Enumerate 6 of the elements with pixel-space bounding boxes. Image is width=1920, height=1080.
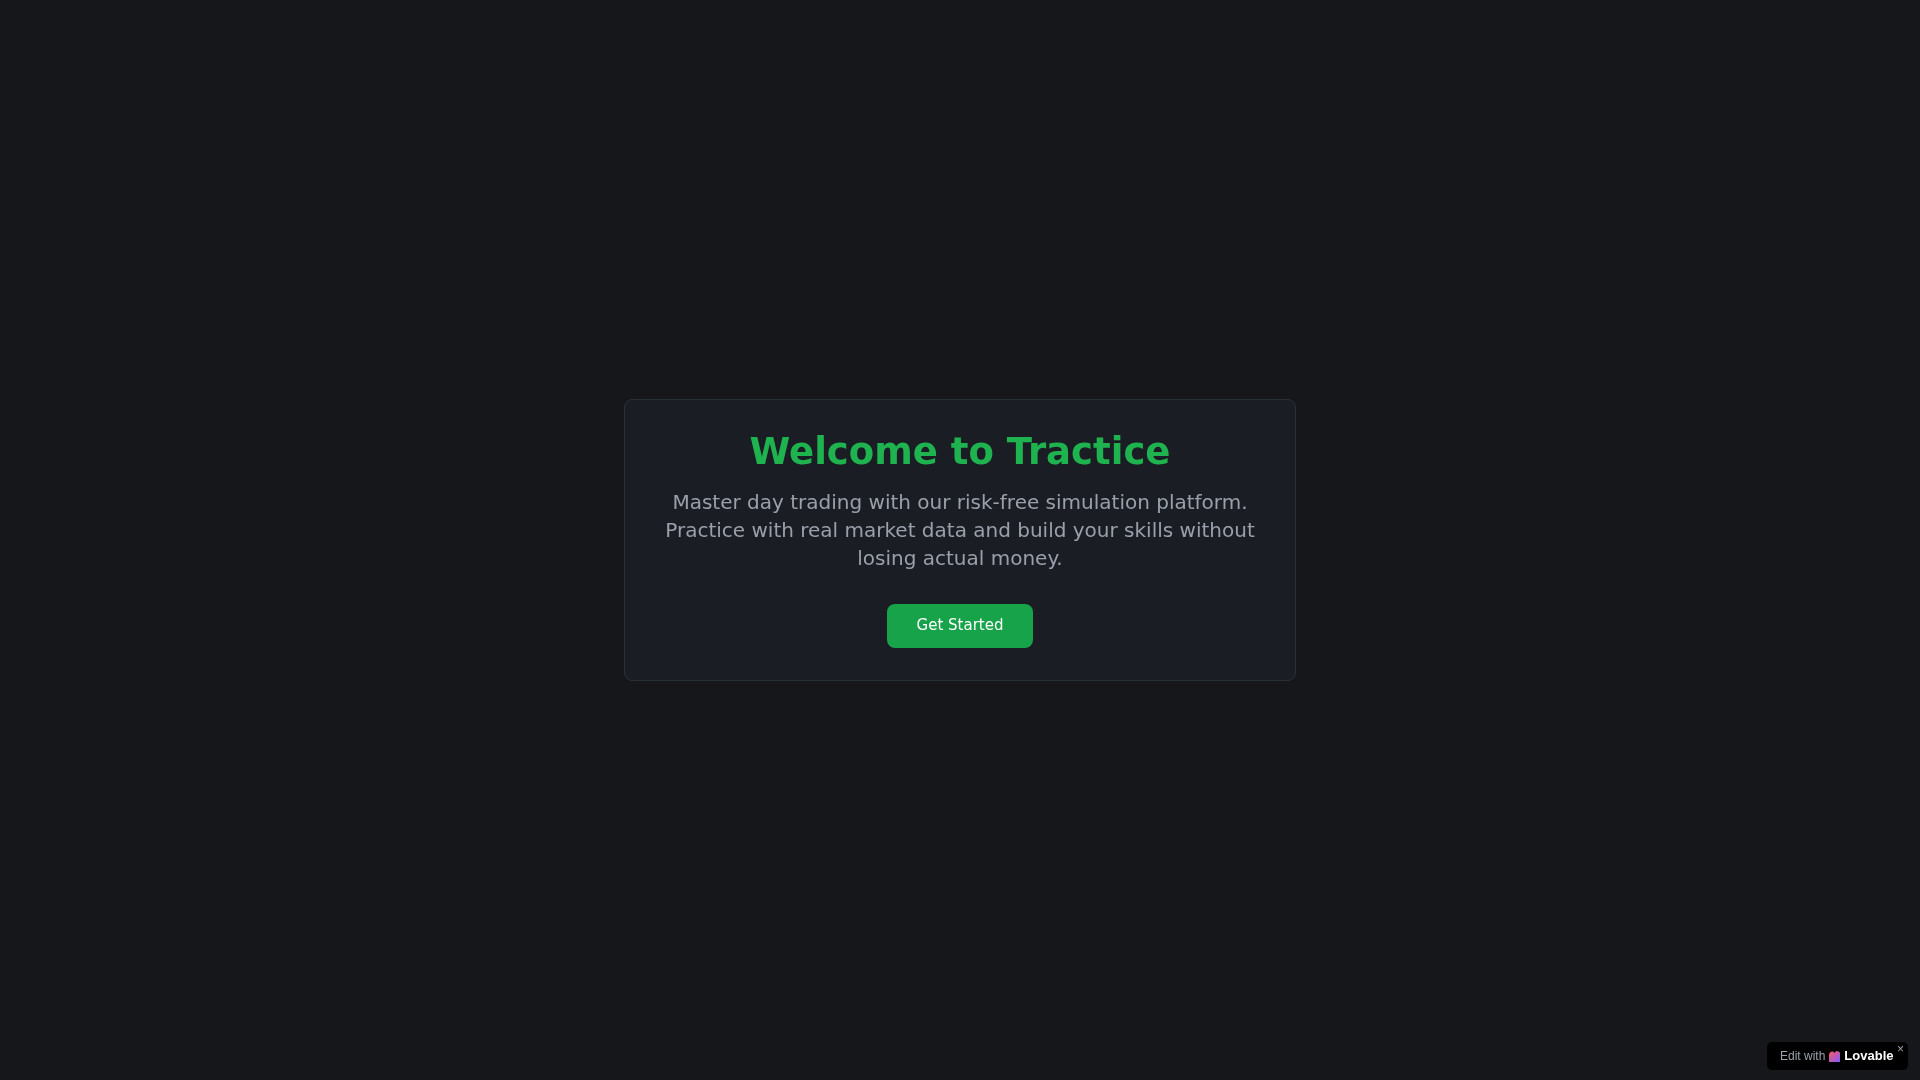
edit-badge[interactable]: Edit with Lovable × [1767,1042,1908,1070]
close-button[interactable]: × [1897,1042,1904,1056]
welcome-description: Master day trading with our risk-free simulation platform. Practice with real market data and build your skills without losing actual money. [665,488,1255,572]
badge-label: Edit with [1780,1048,1826,1065]
welcome-title: Welcome to Tractice [749,429,1171,474]
brand-name: Lovable [1844,1047,1894,1066]
